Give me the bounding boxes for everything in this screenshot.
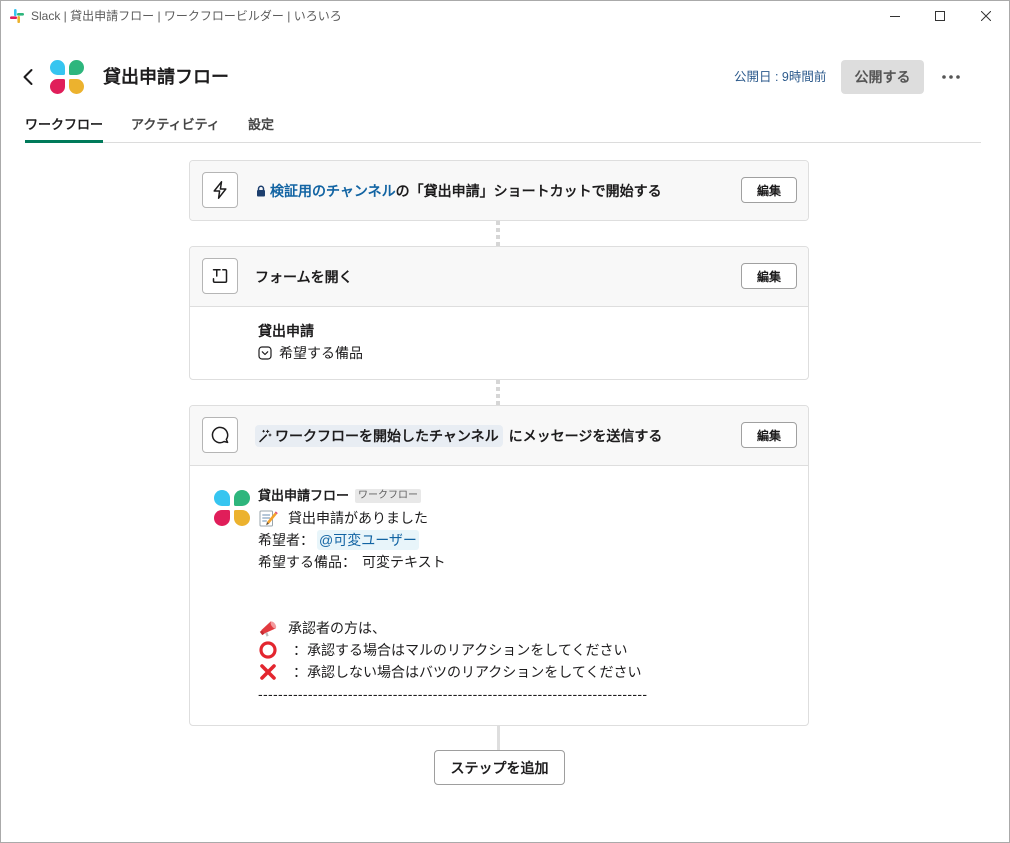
close-icon <box>981 11 991 21</box>
tab-label: アクティビティ <box>131 117 220 132</box>
wand-icon <box>258 429 272 443</box>
maximize-icon <box>935 11 945 21</box>
megaphone-icon <box>258 618 278 638</box>
approver-note: 承認者の方は、 <box>288 620 386 636</box>
step-connector <box>497 726 500 750</box>
step-icon-box <box>202 258 238 294</box>
channel-variable-pill: ワークフローを開始したチャンネル <box>255 424 503 447</box>
slack-icon <box>10 9 24 23</box>
step-text: にメッセージを送信する <box>508 427 663 444</box>
logo-blob-green <box>234 490 250 506</box>
message-line: ：承認しない場合はバツのリアクションをしてください <box>258 661 798 683</box>
logo-blob-yellow <box>69 79 84 94</box>
add-step-button[interactable]: ステップを追加 <box>434 750 565 785</box>
step-description: フォームを開く <box>255 247 353 306</box>
chevron-left-icon <box>22 68 34 86</box>
more-button[interactable] <box>940 66 962 88</box>
close-button[interactable] <box>963 0 1009 32</box>
title-bar: Slack | 貸出申請フロー | ワークフロービルダー | いろいろ <box>0 0 1010 32</box>
tab-activity[interactable]: アクティビティ <box>131 116 220 134</box>
message-preview: 貸出申請フロー ワークフロー 貸出申請がありました 希望者： @可変ユーザー 希… <box>258 485 798 705</box>
message-divider: ----------------------------------------… <box>258 686 648 702</box>
step-title: フォームを開く <box>255 268 353 285</box>
message-line: ：承認する場合はマルのリアクションをしてください <box>258 639 798 661</box>
maximize-button[interactable] <box>917 0 963 32</box>
logo-blob-green <box>69 60 84 75</box>
tab-label: ワークフロー <box>25 117 104 132</box>
step-connector <box>496 380 500 405</box>
tab-settings[interactable]: 設定 <box>248 116 274 134</box>
more-horizontal-icon <box>941 74 961 80</box>
edit-button[interactable]: 編集 <box>741 422 797 448</box>
lightning-icon <box>210 180 230 200</box>
step-description: ワークフローを開始したチャンネル にメッセージを送信する <box>255 406 662 465</box>
red-circle-icon <box>258 640 278 660</box>
dropdown-icon <box>258 346 272 360</box>
step-message-card: ワークフローを開始したチャンネル にメッセージを送信する 編集 貸出申請フロー … <box>189 405 809 726</box>
cross-mark-icon <box>258 662 278 682</box>
minimize-icon <box>890 11 900 21</box>
page-title: 貸出申請フロー <box>103 67 229 87</box>
message-line: 承認者の方は、 <box>258 617 798 639</box>
step-icon-box <box>202 417 238 453</box>
minimize-button[interactable] <box>872 0 918 32</box>
workflow-logo-icon <box>50 60 84 94</box>
publish-button[interactable]: 公開する <box>841 60 924 94</box>
step-description: 検証用のチャンネル の「貸出申請」ショートカットで開始する <box>255 161 662 220</box>
avatar <box>214 490 250 526</box>
user-mention: @可変ユーザー <box>317 530 419 550</box>
message-sender: 貸出申請フロー <box>258 488 350 503</box>
logo-blob-red <box>214 510 230 526</box>
edit-button[interactable]: 編集 <box>741 263 797 289</box>
step-header: ワークフローを開始したチャンネル にメッセージを送信する 編集 <box>190 406 808 466</box>
message-sender-line: 貸出申請フロー ワークフロー <box>258 485 798 507</box>
tab-workflow[interactable]: ワークフロー <box>25 116 103 134</box>
form-field-label: 希望する備品 <box>279 345 363 361</box>
reject-rule: ：承認しない場合はバツのリアクションをしてください <box>293 664 642 680</box>
memo-icon <box>258 508 278 528</box>
step-connector <box>496 221 500 246</box>
workflow-badge: ワークフロー <box>355 489 422 503</box>
requester-label: 希望者： <box>258 532 314 548</box>
message-heading: 貸出申請がありました <box>288 510 428 526</box>
message-line: 貸出申請がありました <box>258 507 798 529</box>
approve-rule: ：承認する場合はマルのリアクションをしてください <box>293 642 628 658</box>
step-text: の「貸出申請」ショートカットで開始する <box>395 182 662 199</box>
step-icon-box <box>202 172 238 208</box>
chat-bubble-icon <box>210 425 230 445</box>
item-label: 希望する備品： <box>258 554 356 570</box>
message-line: 希望者： @可変ユーザー <box>258 529 798 551</box>
back-button[interactable] <box>18 66 38 88</box>
channel-variable-label: ワークフローを開始したチャンネル <box>275 427 499 444</box>
step-header: フォームを開く 編集 <box>190 247 808 307</box>
form-title: 貸出申請 <box>258 323 314 339</box>
window-title: Slack | 貸出申請フロー | ワークフロービルダー | いろいろ <box>31 9 342 23</box>
tab-label: 設定 <box>248 117 275 132</box>
active-tab-indicator <box>25 140 103 143</box>
message-line: ----------------------------------------… <box>258 683 798 705</box>
logo-blob-blue <box>214 490 230 506</box>
channel-link[interactable]: 検証用のチャンネル <box>270 181 396 201</box>
lock-icon <box>255 185 267 197</box>
logo-blob-blue <box>50 60 65 75</box>
form-icon <box>210 266 230 286</box>
step-header: 検証用のチャンネル の「貸出申請」ショートカットで開始する 編集 <box>190 161 808 220</box>
logo-blob-yellow <box>234 510 250 526</box>
logo-blob-red <box>50 79 65 94</box>
published-status: 公開日 : 9時間前 <box>734 70 827 84</box>
tab-divider <box>25 142 981 143</box>
form-field: 希望する備品 <box>258 343 363 363</box>
step-trigger-card: 検証用のチャンネル の「貸出申請」ショートカットで開始する 編集 <box>189 160 809 221</box>
step-form-card: フォームを開く 編集 貸出申請 希望する備品 <box>189 246 809 380</box>
message-line: 希望する備品： 可変テキスト <box>258 551 798 573</box>
item-value: 可変テキスト <box>362 554 446 570</box>
edit-button[interactable]: 編集 <box>741 177 797 203</box>
